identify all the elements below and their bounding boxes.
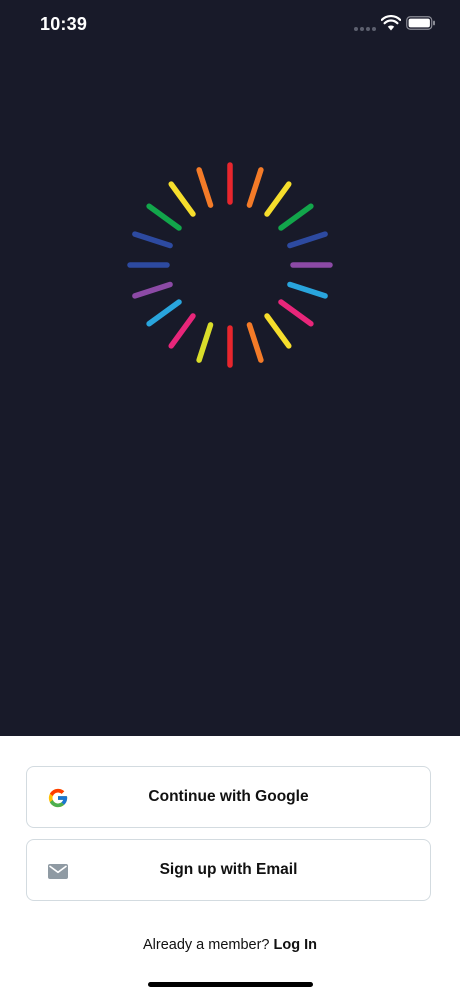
logo-ray xyxy=(146,203,182,231)
rainbow-burst-logo-icon xyxy=(127,162,333,368)
logo-ray xyxy=(278,299,314,327)
google-button-label: Continue with Google xyxy=(148,788,309,805)
status-time: 10:39 xyxy=(40,14,88,34)
logo-ray xyxy=(146,299,182,327)
already-member-text: Already a member? xyxy=(142,937,274,953)
logo-ray xyxy=(287,231,328,249)
logo-ray xyxy=(278,203,314,231)
logo-ray xyxy=(168,181,196,217)
cellular-signal-icon xyxy=(354,27,376,31)
splash-hero: 10:39 xyxy=(0,0,460,736)
logo-ray xyxy=(264,313,292,349)
wifi-icon xyxy=(381,15,401,31)
logo-ray xyxy=(246,167,264,208)
logo-ray xyxy=(132,281,173,299)
battery-icon xyxy=(406,16,435,30)
sign-up-with-email-button[interactable]: Sign up with Email xyxy=(26,839,431,901)
logo-ray xyxy=(246,322,264,363)
logo-ray xyxy=(196,322,214,363)
continue-with-google-button[interactable]: Continue with Google xyxy=(26,766,431,828)
logo-ray xyxy=(132,231,173,249)
logo-ray xyxy=(168,313,196,349)
email-button-label: Sign up with Email xyxy=(159,861,298,878)
logo-ray xyxy=(264,181,292,217)
logo-ray xyxy=(196,167,214,208)
log-in-link[interactable]: Log In xyxy=(274,937,318,953)
logo-ray xyxy=(287,281,328,299)
already-member-line: Already a member? Log In xyxy=(0,937,460,953)
home-indicator xyxy=(148,982,313,987)
status-bar: 10:39 xyxy=(0,0,460,52)
